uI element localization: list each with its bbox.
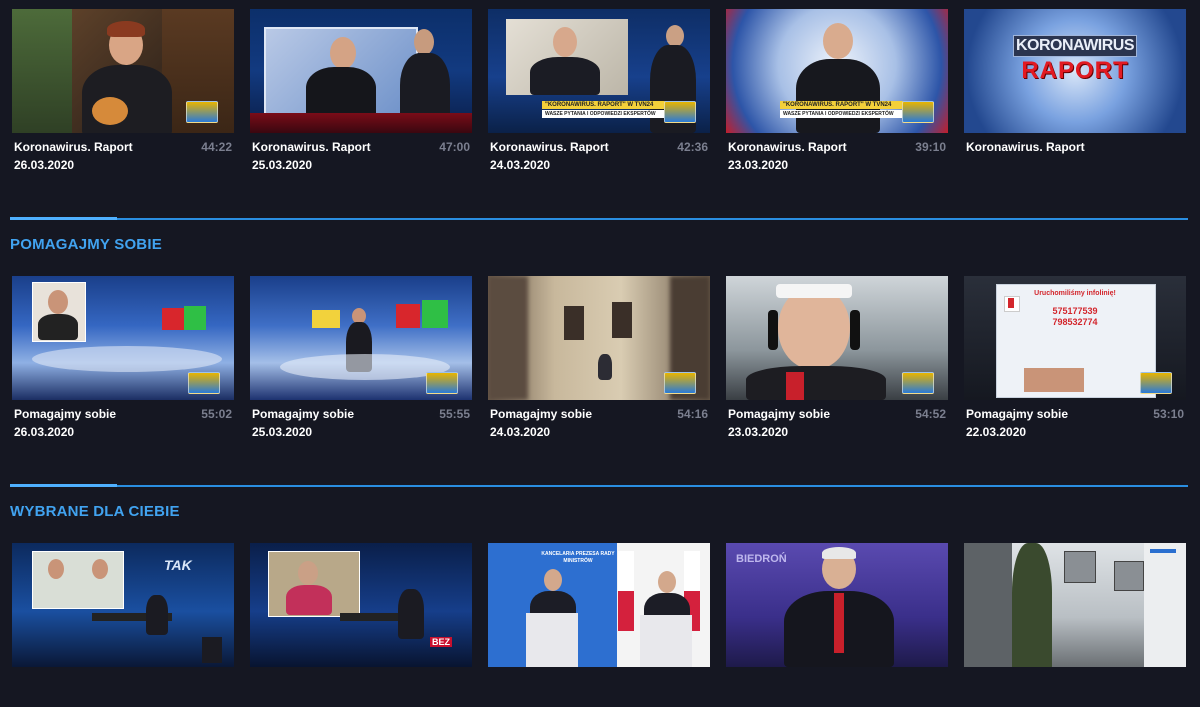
video-card[interactable]: BIEDROŃ: [726, 543, 948, 707]
channel-logo-icon: [902, 372, 934, 394]
video-date: 23.03.2020: [728, 158, 789, 172]
video-thumbnail[interactable]: TAK: [12, 543, 234, 667]
video-duration: 39:10: [915, 140, 946, 154]
section-title-wybrane-dla-ciebie[interactable]: WYBRANE DLA CIEBIE: [10, 503, 180, 520]
row-pomagajmy-sobie: Pomagajmy sobie 55:02 26.03.2020 Pomagaj…: [12, 276, 1188, 440]
video-date: 25.03.2020: [252, 425, 313, 439]
video-title: Pomagajmy sobie: [14, 407, 117, 421]
video-duration: 55:55: [439, 407, 470, 421]
video-card[interactable]: BEZ: [250, 543, 472, 707]
video-card[interactable]: "KORONAWIRUS. RAPORT" W TVN24 WASZE PYTA…: [726, 9, 948, 173]
video-card[interactable]: Koronawirus. Raport 47:00 25.03.2020: [250, 9, 472, 173]
video-title: Pomagajmy sobie: [252, 407, 355, 421]
video-card[interactable]: Koronawirus. Raport 44:22 26.03.2020: [12, 9, 234, 173]
video-card[interactable]: Pomagajmy sobie 55:02 26.03.2020: [12, 276, 234, 440]
video-meta: [12, 667, 234, 707]
video-date: 24.03.2020: [490, 425, 551, 439]
channel-logo-icon: [664, 101, 696, 123]
video-meta: [964, 667, 1186, 707]
video-thumbnail[interactable]: [250, 276, 472, 400]
video-title: Koronawirus. Raport: [252, 140, 371, 154]
video-duration: 54:52: [915, 407, 946, 421]
video-duration: 55:02: [201, 407, 232, 421]
show-logo-text: TAK: [164, 557, 192, 573]
video-duration: 44:22: [201, 140, 232, 154]
channel-logo-icon: [186, 101, 218, 123]
video-date: 26.03.2020: [14, 158, 75, 172]
video-duration: 54:16: [677, 407, 708, 421]
video-title: Koronawirus. Raport: [966, 140, 1085, 154]
video-date: 23.03.2020: [728, 425, 789, 439]
video-date: 25.03.2020: [252, 158, 313, 172]
row-koronawirus-raport: Koronawirus. Raport 44:22 26.03.2020 Kor…: [12, 9, 1188, 173]
channel-logo-icon: [664, 372, 696, 394]
video-card[interactable]: [964, 543, 1186, 707]
video-card[interactable]: KANCELARIA PREZESA RADY MINISTRÓW: [488, 543, 710, 707]
video-thumbnail[interactable]: BIEDROŃ: [726, 543, 948, 667]
video-thumbnail[interactable]: "KORONAWIRUS. RAPORT" W TVN24 WASZE PYTA…: [726, 9, 948, 133]
video-card[interactable]: "KORONAWIRUS. RAPORT" W TVN24 WASZE PYTA…: [488, 9, 710, 173]
video-date: 22.03.2020: [966, 425, 1027, 439]
video-duration: 42:36: [677, 140, 708, 154]
video-card[interactable]: Uruchomiliśmy infolinię! 575177539 79853…: [964, 276, 1186, 440]
video-thumbnail[interactable]: [12, 9, 234, 133]
video-meta: [488, 667, 710, 707]
video-thumbnail[interactable]: [726, 276, 948, 400]
lower-third-subtitle: WASZE PYTANIA I ODPOWIEDZI EKSPERTÓW: [780, 110, 906, 118]
video-card[interactable]: TAK: [12, 543, 234, 707]
section-title-pomagajmy-sobie[interactable]: POMAGAJMY SOBIE: [10, 236, 162, 253]
video-title: Koronawirus. Raport: [490, 140, 609, 154]
video-card[interactable]: Pomagajmy sobie 54:52 23.03.2020: [726, 276, 948, 440]
press-banner-text: KANCELARIA PREZESA RADY MINISTRÓW: [541, 551, 615, 564]
video-meta: [250, 667, 472, 707]
phone-number-1: 575177539: [1052, 306, 1098, 316]
koronawirus-raport-logo: KORONAWIRUS RAPORT: [1012, 35, 1138, 95]
video-thumbnail[interactable]: [12, 276, 234, 400]
video-card[interactable]: Pomagajmy sobie 54:16 24.03.2020: [488, 276, 710, 440]
video-thumbnail[interactable]: Uruchomiliśmy infolinię! 575177539 79853…: [964, 276, 1186, 400]
row-wybrane-dla-ciebie: TAK BEZ KANCELARIA PREZESA RADY MINISTRÓ: [12, 543, 1188, 707]
video-thumbnail[interactable]: [964, 543, 1186, 667]
lower-third-ticker: "KORONAWIRUS. RAPORT" W TVN24: [542, 101, 668, 109]
section-divider: [10, 217, 1188, 220]
video-meta: [726, 667, 948, 707]
video-thumbnail[interactable]: [250, 9, 472, 133]
video-title: Pomagajmy sobie: [966, 407, 1069, 421]
channel-logo-icon: [188, 372, 220, 394]
video-thumbnail[interactable]: "KORONAWIRUS. RAPORT" W TVN24 WASZE PYTA…: [488, 9, 710, 133]
video-title: Koronawirus. Raport: [14, 140, 133, 154]
video-title: Koronawirus. Raport: [728, 140, 847, 154]
video-card[interactable]: Pomagajmy sobie 55:55 25.03.2020: [250, 276, 472, 440]
video-title: Pomagajmy sobie: [728, 407, 831, 421]
video-thumbnail[interactable]: KANCELARIA PREZESA RADY MINISTRÓW: [488, 543, 710, 667]
channel-logo-icon: [902, 101, 934, 123]
video-thumbnail[interactable]: KORONAWIRUS RAPORT: [964, 9, 1186, 133]
phone-number-2: 798532774: [1052, 317, 1098, 327]
channel-logo-icon: [1140, 372, 1172, 394]
lower-third-subtitle: WASZE PYTANIA I ODPOWIEDZI EKSPERTÓW: [542, 110, 668, 118]
video-duration: 47:00: [439, 140, 470, 154]
show-logo-text: BEZ: [430, 637, 452, 647]
banner-text: BIEDROŃ: [736, 553, 787, 565]
section-divider: [10, 484, 1188, 487]
channel-logo-icon: [426, 372, 458, 394]
video-duration: 53:10: [1153, 407, 1184, 421]
video-title: Pomagajmy sobie: [490, 407, 593, 421]
video-card[interactable]: KORONAWIRUS RAPORT Koronawirus. Raport: [964, 9, 1186, 173]
video-thumbnail[interactable]: [488, 276, 710, 400]
screen-heading: Uruchomiliśmy infolinię!: [1034, 290, 1116, 297]
video-date: 24.03.2020: [490, 158, 551, 172]
video-thumbnail[interactable]: BEZ: [250, 543, 472, 667]
lower-third-ticker: "KORONAWIRUS. RAPORT" W TVN24: [780, 101, 906, 109]
video-date: 26.03.2020: [14, 425, 75, 439]
